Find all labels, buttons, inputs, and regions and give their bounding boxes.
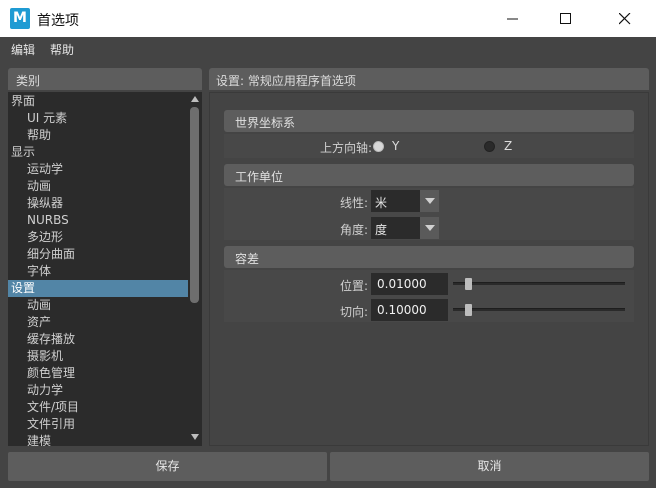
section-working-units-body: 线性: 米 角度: 度 — [224, 188, 634, 240]
category-item[interactable]: 摄影机 — [8, 348, 188, 365]
up-axis-z-radio[interactable] — [484, 141, 495, 152]
chevron-down-icon — [425, 225, 435, 231]
title-bar: M 首选项 — [0, 0, 656, 37]
section-tolerance[interactable]: 容差 — [224, 246, 634, 268]
close-icon — [619, 12, 631, 24]
category-header-label: 类别 — [16, 74, 41, 88]
section-working-units-title: 工作单位 — [235, 170, 284, 184]
section-world-coords[interactable]: 世界坐标系 — [224, 110, 634, 132]
tangent-slider[interactable] — [453, 308, 625, 311]
linear-unit-dropdown[interactable]: 米 — [371, 190, 439, 212]
angular-unit-dropdown[interactable]: 度 — [371, 217, 439, 239]
category-item[interactable]: 动力学 — [8, 382, 188, 399]
tangent-slider-handle[interactable] — [465, 304, 472, 316]
category-item[interactable]: 操纵器 — [8, 195, 188, 212]
category-header: 类别 — [8, 68, 202, 90]
category-item[interactable]: 建模 — [8, 433, 188, 446]
close-button[interactable] — [600, 0, 650, 37]
category-item[interactable]: 颜色管理 — [8, 365, 188, 382]
minimize-button[interactable] — [488, 0, 538, 37]
maximize-icon — [560, 12, 571, 24]
category-item[interactable]: 运动学 — [8, 161, 188, 178]
category-item[interactable]: NURBS — [8, 212, 188, 229]
position-slider-handle[interactable] — [465, 278, 472, 290]
section-working-units[interactable]: 工作单位 — [224, 164, 634, 186]
menu-help[interactable]: 帮助 — [50, 41, 74, 58]
up-axis-z-label: Z — [504, 139, 513, 153]
angular-label: 角度: — [339, 223, 368, 237]
linear-dropdown-button[interactable] — [420, 190, 439, 212]
chevron-down-icon — [425, 198, 435, 204]
position-value: 0.01000 — [377, 277, 427, 291]
menu-bar: 编辑 帮助 — [0, 37, 656, 61]
section-world-coords-title: 世界坐标系 — [235, 116, 296, 130]
linear-unit-value: 米 — [375, 196, 388, 210]
category-item[interactable]: UI 元素 — [8, 110, 188, 127]
position-field[interactable]: 0.01000 — [371, 273, 448, 295]
position-slider[interactable] — [453, 282, 625, 285]
category-list: 界面 UI 元素 帮助 显示 运动学 动画 操纵器 NURBS 多边形 细分曲面 字体 设置 动画 资产缓… — [8, 92, 202, 446]
cancel-button[interactable]: 取消 — [330, 452, 649, 481]
scroll-down-arrow-icon[interactable] — [191, 434, 199, 440]
maximize-button[interactable] — [541, 0, 591, 37]
save-button[interactable]: 保存 — [8, 452, 327, 481]
section-world-coords-body: 上方向轴: Y Z — [224, 134, 634, 158]
section-tolerance-body: 位置: 0.01000 切向: 0.10000 — [224, 270, 634, 322]
angular-dropdown-button[interactable] — [420, 217, 439, 239]
category-item[interactable]: 字体 — [8, 263, 188, 280]
app-logo-icon: M — [10, 8, 30, 29]
position-label: 位置: — [339, 279, 368, 293]
minimize-icon — [507, 18, 518, 19]
category-item[interactable]: 细分曲面 — [8, 246, 188, 263]
scroll-up-arrow-icon[interactable] — [191, 96, 199, 102]
settings-header: 设置: 常规应用程序首选项 — [209, 68, 649, 90]
tangent-field[interactable]: 0.10000 — [371, 299, 448, 321]
category-item[interactable]: 动画 — [8, 178, 188, 195]
scroll-thumb[interactable] — [190, 107, 199, 303]
tangent-label: 切向: — [339, 305, 368, 319]
up-axis-label: 上方向轴: — [319, 141, 372, 155]
category-item[interactable]: 资产 — [8, 314, 188, 331]
angular-unit-value: 度 — [375, 223, 388, 237]
linear-label: 线性: — [339, 196, 368, 210]
section-tolerance-title: 容差 — [235, 252, 260, 266]
category-item[interactable]: 文件/项目 — [8, 399, 188, 416]
category-item[interactable]: 设置 — [8, 280, 188, 297]
menu-edit[interactable]: 编辑 — [11, 41, 35, 58]
category-item[interactable]: 缓存播放 — [8, 331, 188, 348]
window-title: 首选项 — [37, 13, 79, 29]
category-item[interactable]: 显示 — [8, 144, 188, 161]
category-item[interactable]: 文件引用 — [8, 416, 188, 433]
category-item[interactable]: 多边形 — [8, 229, 188, 246]
settings-header-label: 设置: 常规应用程序首选项 — [216, 74, 356, 88]
category-item[interactable]: 帮助 — [8, 127, 188, 144]
category-item[interactable]: 动画 — [8, 297, 188, 314]
up-axis-y-label: Y — [392, 139, 400, 153]
up-axis-y-radio[interactable] — [373, 141, 384, 152]
tangent-value: 0.10000 — [377, 303, 427, 317]
category-scrollbar[interactable] — [189, 94, 201, 444]
category-item[interactable]: 界面 — [8, 93, 188, 110]
